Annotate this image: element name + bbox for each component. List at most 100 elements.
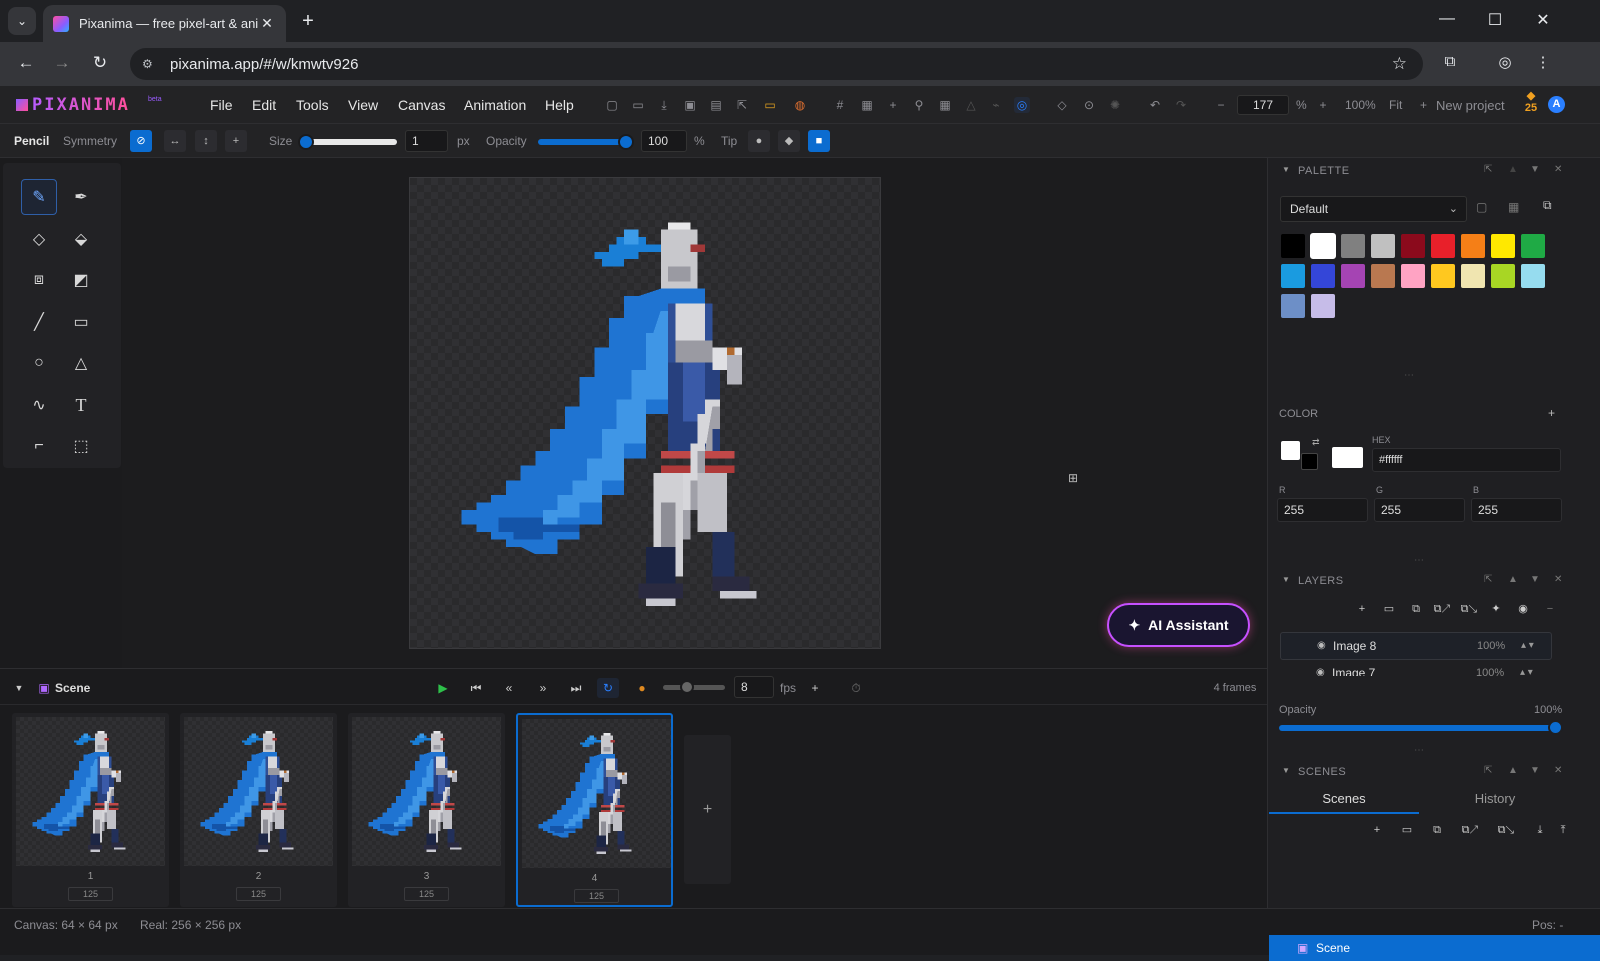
- detach-icon[interactable]: ⇱: [1484, 574, 1492, 585]
- panel-close-icon[interactable]: ✕: [1554, 765, 1562, 776]
- pen-tool[interactable]: ✒: [63, 179, 99, 215]
- tab-close-icon[interactable]: ✕: [258, 15, 276, 32]
- move-down-icon[interactable]: ▼: [1530, 164, 1540, 175]
- rectangle-tool[interactable]: ▭: [63, 304, 99, 340]
- browser-tab[interactable]: Pixanima — free pixel-art & ani ✕: [43, 5, 286, 42]
- resize-handle-icon[interactable]: ⋯: [1414, 555, 1424, 566]
- menu-help[interactable]: Help: [545, 97, 574, 113]
- palette-swatch[interactable]: [1461, 264, 1485, 288]
- size-slider-track[interactable]: [300, 139, 397, 145]
- menu-animation[interactable]: Animation: [464, 97, 526, 113]
- layer-opacity-knob[interactable]: [1548, 720, 1563, 735]
- detach-icon[interactable]: ⇱: [1484, 765, 1492, 776]
- move-up-icon[interactable]: ▲: [1508, 765, 1518, 776]
- collapse-triangle-icon[interactable]: ▼: [1282, 165, 1290, 174]
- maximize-button[interactable]: ☐: [1483, 10, 1507, 34]
- tile-icon[interactable]: ▦: [937, 97, 953, 113]
- grid-icon[interactable]: #: [832, 97, 848, 113]
- zoom-out-button[interactable]: −: [1213, 97, 1229, 113]
- timer-icon[interactable]: ⏱: [842, 678, 870, 698]
- credits-badge[interactable]: ◆ 25: [1518, 90, 1544, 120]
- new-palette-icon[interactable]: ▢: [1476, 200, 1487, 214]
- triangle-tool[interactable]: △: [63, 345, 99, 381]
- tab-search-dropdown[interactable]: ⌄: [8, 7, 36, 35]
- play-button[interactable]: ▶: [432, 678, 454, 698]
- new-tab-button[interactable]: +: [296, 10, 320, 34]
- zoom-fit-button[interactable]: Fit: [1389, 98, 1402, 112]
- reference-icon[interactable]: ◎: [1014, 97, 1030, 113]
- new-project-button[interactable]: New project: [1436, 98, 1505, 113]
- fps-slider-track[interactable]: [663, 685, 725, 690]
- eye-icon[interactable]: ◉: [1317, 640, 1326, 651]
- zoom-100-button[interactable]: 100%: [1345, 98, 1376, 112]
- menu-view[interactable]: View: [348, 97, 378, 113]
- save-palette-icon[interactable]: ▦: [1508, 200, 1519, 214]
- palette-swatch[interactable]: [1431, 234, 1455, 258]
- tab-history[interactable]: History: [1420, 786, 1570, 814]
- bookmark-star-icon[interactable]: ☆: [1392, 54, 1407, 74]
- b-input[interactable]: 255: [1471, 498, 1562, 522]
- duplicate-layer-icon[interactable]: ⧉: [1406, 599, 1426, 619]
- add-layer-icon[interactable]: +: [1352, 599, 1372, 619]
- merge-up-icon[interactable]: ⧉↗: [1432, 599, 1452, 619]
- duplicate-palette-icon[interactable]: ⧉: [1543, 198, 1552, 213]
- add-color-icon[interactable]: +: [1548, 406, 1555, 420]
- image-import-icon[interactable]: ▣: [682, 97, 698, 113]
- collapse-triangle-icon[interactable]: ▼: [8, 678, 30, 698]
- loop-button[interactable]: ↻: [597, 678, 619, 698]
- onion-icon[interactable]: △: [963, 97, 979, 113]
- move-up-icon[interactable]: ▲: [1508, 164, 1518, 175]
- palette-icon[interactable]: ◍: [792, 97, 808, 113]
- timeline-frame[interactable]: 2 125: [180, 713, 337, 907]
- scene-merge-down-icon[interactable]: ⧉↘: [1496, 820, 1516, 840]
- panel-close-icon[interactable]: ✕: [1554, 164, 1562, 175]
- comment-icon[interactable]: ▭: [762, 97, 778, 113]
- panel-close-icon[interactable]: ✕: [1554, 574, 1562, 585]
- size-slider-knob[interactable]: [298, 134, 314, 150]
- crosshair-icon[interactable]: +: [885, 97, 901, 113]
- onion-skin-button[interactable]: ●: [631, 678, 653, 698]
- palette-swatch[interactable]: [1341, 264, 1365, 288]
- visibility-icon[interactable]: ◉: [1513, 599, 1533, 619]
- zoom-in-button[interactable]: +: [1315, 97, 1331, 113]
- timeline-frame[interactable]: 3 125: [348, 713, 505, 907]
- palette-swatch[interactable]: [1491, 264, 1515, 288]
- r-input[interactable]: 255: [1277, 498, 1368, 522]
- delete-layer-icon[interactable]: −: [1540, 599, 1560, 619]
- effects-icon[interactable]: ✦: [1486, 599, 1506, 619]
- menu-canvas[interactable]: Canvas: [398, 97, 445, 113]
- frame-duration[interactable]: 125: [68, 887, 113, 901]
- add-frame-button[interactable]: +: [684, 735, 731, 884]
- line-tool[interactable]: ╱: [21, 304, 57, 340]
- palette-swatch[interactable]: [1521, 234, 1545, 258]
- eraser-tool[interactable]: ◇: [21, 221, 57, 257]
- layer-opacity-slider[interactable]: [1279, 725, 1555, 731]
- selection-tool[interactable]: ⬚: [63, 428, 99, 464]
- scene-upload-icon[interactable]: ⤒: [1553, 820, 1573, 840]
- eye-icon[interactable]: ◉: [1316, 667, 1325, 676]
- primary-color-swatch[interactable]: [1281, 441, 1300, 460]
- profile-icon[interactable]: ◎: [1493, 53, 1517, 77]
- forward-button[interactable]: →: [50, 53, 74, 77]
- menu-tools[interactable]: Tools: [296, 97, 329, 113]
- move-down-icon[interactable]: ▼: [1530, 574, 1540, 585]
- curve-tool[interactable]: ∿: [21, 387, 57, 423]
- ai-assistant-button[interactable]: ✦ AI Assistant: [1107, 603, 1250, 647]
- symmetry-vertical-icon[interactable]: ↕: [195, 130, 217, 152]
- menu-file[interactable]: File: [210, 97, 233, 113]
- detach-icon[interactable]: ⇱: [1484, 164, 1492, 175]
- text-tool[interactable]: T: [63, 387, 99, 423]
- next-frame-button[interactable]: »: [532, 678, 554, 698]
- swap-colors-icon[interactable]: ⇄: [1312, 437, 1320, 448]
- secondary-color-swatch[interactable]: [1301, 453, 1318, 470]
- symmetry-both-icon[interactable]: +: [225, 130, 247, 152]
- palette-select[interactable]: Default ⌄: [1280, 196, 1467, 222]
- shade-tool[interactable]: ⧈: [21, 262, 57, 298]
- menu-edit[interactable]: Edit: [252, 97, 276, 113]
- brush-icon[interactable]: ⌁: [988, 97, 1004, 113]
- palette-swatch[interactable]: [1521, 264, 1545, 288]
- pixel-grid-icon[interactable]: ▦: [859, 97, 875, 113]
- pin-icon[interactable]: ⚲: [911, 97, 927, 113]
- back-button[interactable]: ←: [14, 53, 38, 77]
- browser-menu-icon[interactable]: ⋮: [1531, 53, 1555, 77]
